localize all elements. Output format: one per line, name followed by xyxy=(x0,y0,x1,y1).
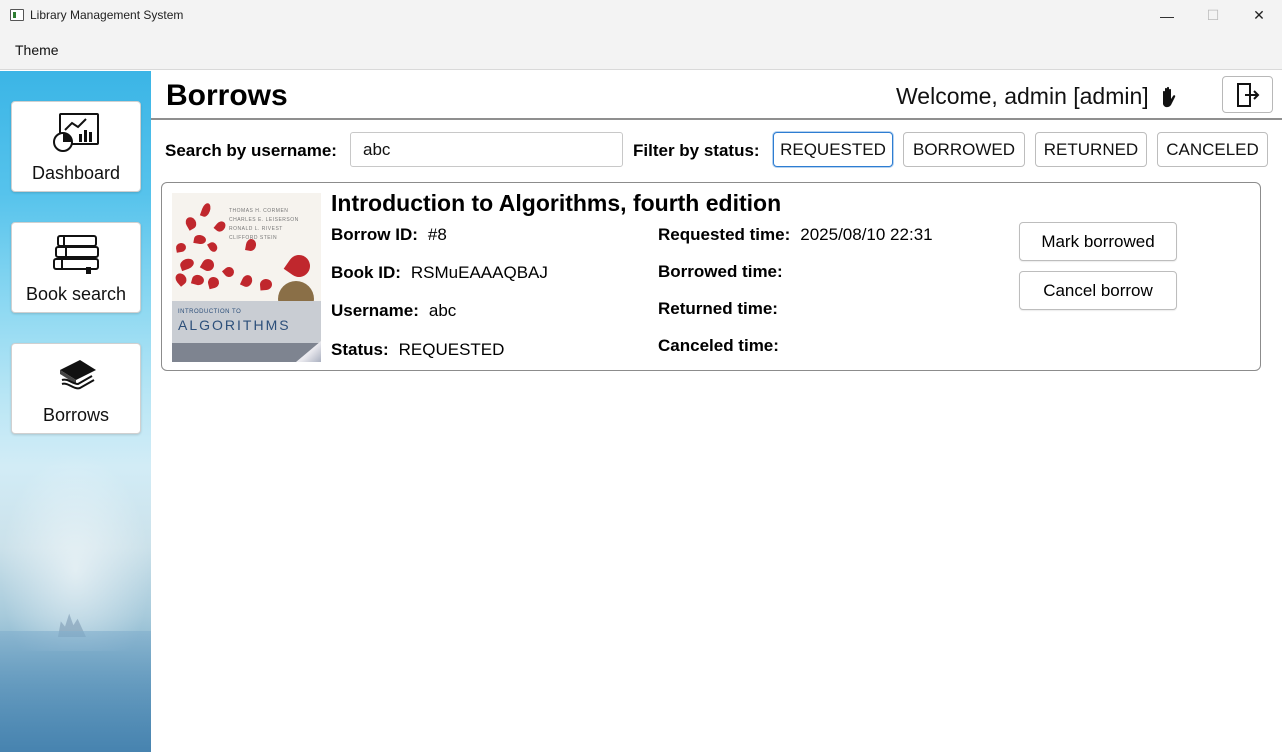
status-field: Status: REQUESTED xyxy=(331,340,504,360)
logout-button[interactable] xyxy=(1222,76,1273,113)
canceled-time-label: Canceled time: xyxy=(658,336,779,355)
hand-book-icon xyxy=(60,360,96,390)
book-id-field: Book ID: RSMuEAAAQBAJ xyxy=(331,263,548,283)
sidebar-item-label: Dashboard xyxy=(31,163,121,183)
cover-authors: THOMAS H. CORMEN CHARLES E. LEISERSON RO… xyxy=(229,208,299,241)
dashboard-chart-icon xyxy=(53,113,99,152)
username-label: Username: xyxy=(331,301,419,320)
sidebar-background-sea xyxy=(0,631,151,752)
requested-time-value: 2025/08/10 22:31 xyxy=(800,225,933,244)
borrow-card: THOMAS H. CORMEN CHARLES E. LEISERSON RO… xyxy=(161,182,1261,371)
borrow-id-value: #8 xyxy=(427,225,447,244)
status-value: REQUESTED xyxy=(398,340,505,359)
sidebar-item-dashboard[interactable]: Dashboard xyxy=(11,101,141,192)
waving-hand-icon xyxy=(1162,86,1175,107)
borrowed-time-label: Borrowed time: xyxy=(658,262,783,281)
returned-time-label: Returned time: xyxy=(658,299,778,318)
status-label: Status: xyxy=(331,340,389,359)
book-id-value: RSMuEAAAQBAJ xyxy=(410,263,548,282)
window-title: Library Management System xyxy=(30,8,184,22)
borrow-id-label: Borrow ID: xyxy=(331,225,418,244)
sidebar-background-haze xyxy=(0,451,151,651)
main-content: Borrows Welcome, admin [admin] Search by… xyxy=(151,71,1282,752)
close-button[interactable]: ✕ xyxy=(1236,0,1282,31)
requested-time-field: Requested time: 2025/08/10 22:31 xyxy=(658,225,933,245)
book-cover-image: THOMAS H. CORMEN CHARLES E. LEISERSON RO… xyxy=(172,193,321,362)
cancel-borrow-button[interactable]: Cancel borrow xyxy=(1019,271,1177,310)
menu-theme[interactable]: Theme xyxy=(15,42,59,58)
book-title: Introduction to Algorithms, fourth editi… xyxy=(331,190,782,216)
sidebar-item-borrows[interactable]: Borrows xyxy=(11,343,141,434)
borrow-id-field: Borrow ID: #8 xyxy=(331,225,447,245)
window-title-bar: Library Management System — ☐ ✕ xyxy=(0,0,1282,31)
username-search-input[interactable] xyxy=(350,132,623,167)
username-value: abc xyxy=(428,301,457,320)
maximize-button[interactable]: ☐ xyxy=(1190,0,1236,31)
cover-series-text: INTRODUCTION TO xyxy=(178,309,242,315)
book-id-label: Book ID: xyxy=(331,263,401,282)
mark-borrowed-button[interactable]: Mark borrowed xyxy=(1019,222,1177,261)
canceled-time-field: Canceled time: xyxy=(658,336,789,356)
welcome-text: Welcome, admin [admin] xyxy=(896,83,1149,109)
app-icon xyxy=(10,9,24,21)
cover-footer-band xyxy=(172,343,321,362)
borrowed-time-field: Borrowed time: xyxy=(658,262,793,282)
search-label: Search by username: xyxy=(165,141,337,160)
sidebar-item-label: Borrows xyxy=(42,405,109,425)
status-filter-borrowed[interactable]: BORROWED xyxy=(903,132,1025,167)
logout-door-icon xyxy=(1236,82,1259,107)
sidebar-item-label: Book search xyxy=(25,284,127,304)
page-title: Borrows xyxy=(166,79,288,112)
requested-time-label: Requested time: xyxy=(658,225,791,244)
cover-title-text: ALGORITHMS xyxy=(178,317,291,333)
status-filter-returned[interactable]: RETURNED xyxy=(1035,132,1147,167)
status-filter-label: Filter by status: xyxy=(633,141,760,160)
header-divider xyxy=(151,118,1282,120)
menu-bar: Theme xyxy=(0,31,1282,70)
sidebar-item-book-search[interactable]: Book search xyxy=(11,222,141,313)
username-field: Username: abc xyxy=(331,301,456,321)
welcome-message: Welcome, admin [admin] xyxy=(896,83,1181,110)
status-filter-canceled[interactable]: CANCELED xyxy=(1157,132,1268,167)
sidebar: Dashboard Book search Borrows xyxy=(0,71,151,752)
returned-time-field: Returned time: xyxy=(658,299,788,319)
minimize-button[interactable]: — xyxy=(1144,0,1190,31)
books-stack-icon xyxy=(53,235,99,274)
status-filter-requested[interactable]: REQUESTED xyxy=(773,132,893,167)
